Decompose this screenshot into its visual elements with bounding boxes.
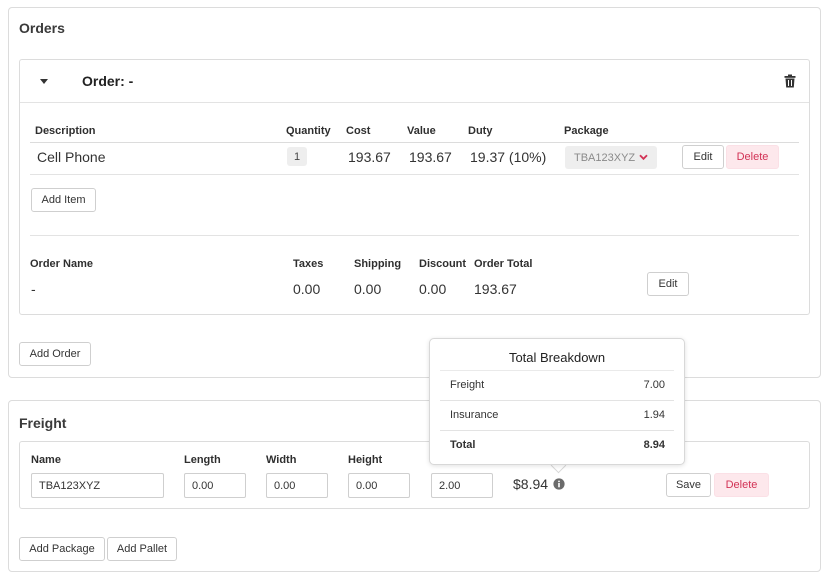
- breakdown-row-divider-1: [440, 400, 674, 401]
- item-package-value: TBA123XYZ: [574, 151, 636, 164]
- caret-down-icon: [40, 79, 48, 84]
- delete-order-button[interactable]: [784, 74, 796, 88]
- col-header-quantity: Quantity: [286, 125, 331, 137]
- summary-taxes: 0.00: [293, 281, 321, 297]
- add-pallet-button[interactable]: Add Pallet: [107, 537, 177, 561]
- item-cost: 193.67: [348, 149, 391, 165]
- breakdown-value-freight: 7.00: [643, 379, 665, 391]
- items-row-divider: [30, 174, 799, 175]
- freight-delete-button[interactable]: Delete: [714, 473, 769, 497]
- item-quantity[interactable]: 1: [287, 147, 307, 166]
- item-description: Cell Phone: [37, 149, 106, 165]
- freight-length-input[interactable]: [184, 473, 246, 498]
- order-header-divider: [20, 102, 809, 103]
- col-header-cost: Cost: [346, 125, 371, 137]
- freight-header-length: Length: [184, 454, 221, 466]
- item-edit-button[interactable]: Edit: [682, 145, 724, 169]
- add-order-button[interactable]: Add Order: [19, 342, 91, 366]
- orders-panel-title: Orders: [19, 20, 65, 36]
- summary-order-total: 193.67: [474, 281, 517, 297]
- chevron-down-icon: [639, 154, 648, 161]
- freight-header-height: Height: [348, 454, 383, 466]
- item-delete-button[interactable]: Delete: [726, 145, 779, 169]
- summary-divider: [30, 235, 799, 236]
- freight-card: Name Length Width Height $8.94 Save Dele…: [19, 441, 810, 509]
- freight-panel: Freight Name Length Width Height $8.94 S…: [8, 400, 821, 572]
- breakdown-label-total: Total: [450, 439, 476, 451]
- item-value: 193.67: [409, 149, 452, 165]
- breakdown-value-total: 8.94: [643, 439, 665, 451]
- col-header-duty: Duty: [468, 125, 493, 137]
- item-duty: 19.37 (10%): [470, 149, 547, 165]
- summary-order-name: -: [31, 281, 36, 297]
- summary-shipping: 0.00: [354, 281, 382, 297]
- freight-name-input[interactable]: [31, 473, 164, 498]
- freight-save-button[interactable]: Save: [666, 473, 711, 497]
- summary-header-taxes: Taxes: [293, 258, 324, 270]
- trash-icon: [784, 74, 796, 88]
- col-header-description: Description: [35, 125, 96, 137]
- summary-header-discount: Discount: [419, 258, 467, 270]
- freight-height-input[interactable]: [348, 473, 410, 498]
- add-item-button[interactable]: Add Item: [31, 188, 96, 212]
- breakdown-label-insurance: Insurance: [450, 409, 499, 421]
- freight-weight-input[interactable]: [431, 473, 493, 498]
- breakdown-label-freight: Freight: [450, 379, 485, 391]
- items-header-divider: [30, 142, 799, 143]
- collapse-toggle[interactable]: [39, 78, 51, 88]
- freight-width-input[interactable]: [266, 473, 328, 498]
- col-header-package: Package: [564, 125, 609, 137]
- summary-header-order-total: Order Total: [474, 258, 533, 270]
- summary-header-order-name: Order Name: [30, 258, 93, 270]
- summary-edit-button[interactable]: Edit: [647, 272, 689, 296]
- order-title: Order: -: [82, 73, 134, 89]
- summary-header-shipping: Shipping: [354, 258, 402, 270]
- freight-total: $8.94: [513, 476, 549, 492]
- breakdown-row-divider-2: [440, 430, 674, 431]
- popover-title-divider: [440, 370, 674, 371]
- summary-discount: 0.00: [419, 281, 447, 297]
- freight-header-width: Width: [266, 454, 297, 466]
- orders-panel: Orders Order: - Description Quantity Cos…: [8, 7, 821, 378]
- add-package-button[interactable]: Add Package: [19, 537, 105, 561]
- popover-title: Total Breakdown: [508, 350, 606, 365]
- item-package-select[interactable]: TBA123XYZ: [565, 146, 657, 169]
- breakdown-info-button[interactable]: [553, 477, 565, 490]
- breakdown-value-insurance: 1.94: [643, 409, 665, 421]
- info-circle-icon: [553, 478, 565, 490]
- col-header-value: Value: [407, 125, 436, 137]
- freight-header-name: Name: [31, 454, 61, 466]
- freight-panel-title: Freight: [19, 415, 67, 431]
- total-breakdown-popover: Total Breakdown Freight 7.00 Insurance 1…: [429, 338, 685, 465]
- order-card: Order: - Description Quantity Cost Value…: [19, 59, 810, 315]
